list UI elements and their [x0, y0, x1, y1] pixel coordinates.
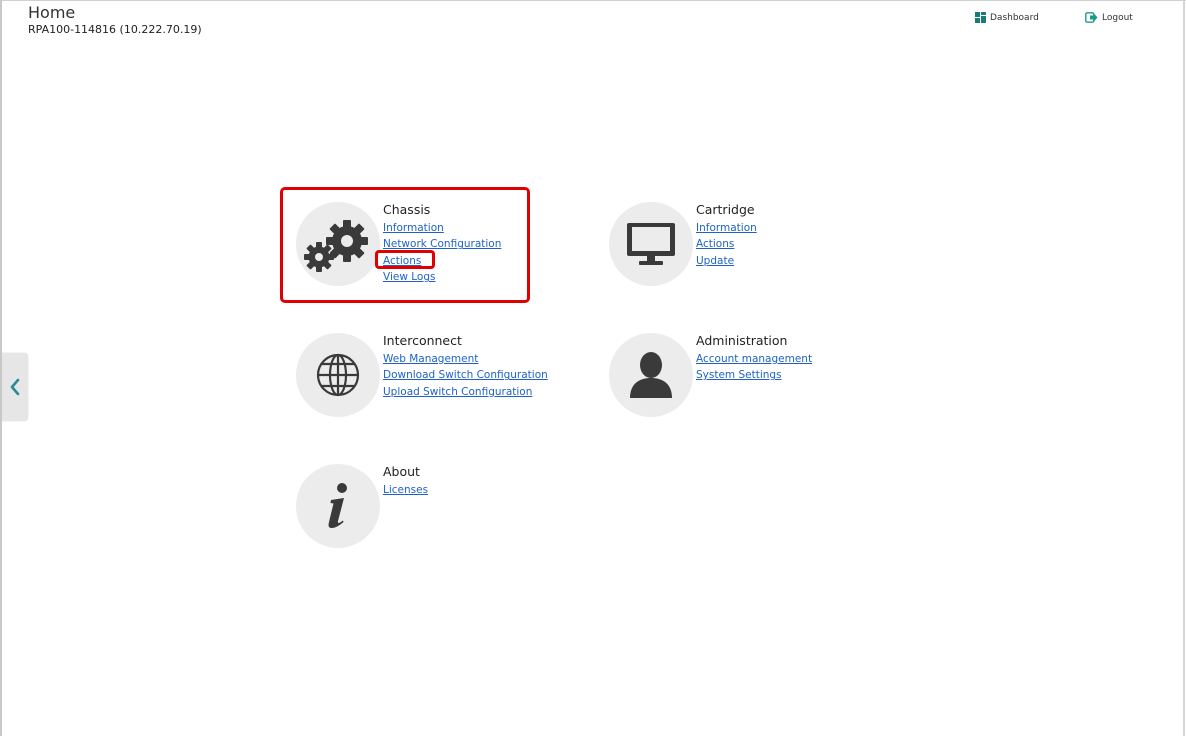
logout-link[interactable]: Logout	[1085, 12, 1133, 23]
about-icon-circle	[296, 464, 380, 548]
device-name: RPA100-114816 (10.222.70.19)	[28, 23, 202, 36]
interconnect-web-management-link[interactable]: Web Management	[383, 351, 613, 367]
administration-heading: Administration	[696, 333, 788, 348]
window-top-border	[0, 0, 1186, 1]
chevron-left-icon	[10, 378, 20, 396]
sidebar-expand-button[interactable]	[2, 353, 28, 421]
administration-icon-circle	[609, 333, 693, 417]
about-heading: About	[383, 464, 420, 479]
logout-icon	[1085, 12, 1098, 23]
page-title: Home	[28, 3, 76, 22]
chassis-information-link[interactable]: Information	[383, 220, 613, 236]
logout-label: Logout	[1102, 12, 1133, 23]
chassis-network-configuration-link[interactable]: Network Configuration	[383, 236, 613, 252]
cartridge-information-link[interactable]: Information	[696, 220, 926, 236]
dashboard-link[interactable]: Dashboard	[975, 12, 1039, 23]
administration-system-settings-link[interactable]: System Settings	[696, 367, 926, 383]
interconnect-heading: Interconnect	[383, 333, 462, 348]
dashboard-label: Dashboard	[990, 12, 1039, 23]
cartridge-heading: Cartridge	[696, 202, 755, 217]
globe-icon	[316, 353, 360, 397]
user-icon	[630, 352, 672, 398]
cartridge-update-link[interactable]: Update	[696, 253, 926, 269]
cartridge-actions-link[interactable]: Actions	[696, 236, 926, 252]
info-icon	[328, 483, 347, 528]
chassis-heading: Chassis	[383, 202, 431, 217]
interconnect-download-switch-configuration-link[interactable]: Download Switch Configuration	[383, 367, 613, 383]
chassis-actions-link[interactable]: Actions	[383, 253, 613, 269]
chassis-view-logs-link[interactable]: View Logs	[383, 269, 613, 285]
window-right-border	[1183, 0, 1185, 736]
chassis-icon-circle	[296, 202, 380, 286]
gears-icon	[304, 220, 368, 272]
monitor-icon	[627, 223, 675, 265]
administration-account-management-link[interactable]: Account management	[696, 351, 926, 367]
about-licenses-link[interactable]: Licenses	[383, 482, 613, 498]
cartridge-icon-circle	[609, 202, 693, 286]
dashboard-icon	[975, 12, 986, 23]
interconnect-upload-switch-configuration-link[interactable]: Upload Switch Configuration	[383, 384, 613, 400]
interconnect-icon-circle	[296, 333, 380, 417]
